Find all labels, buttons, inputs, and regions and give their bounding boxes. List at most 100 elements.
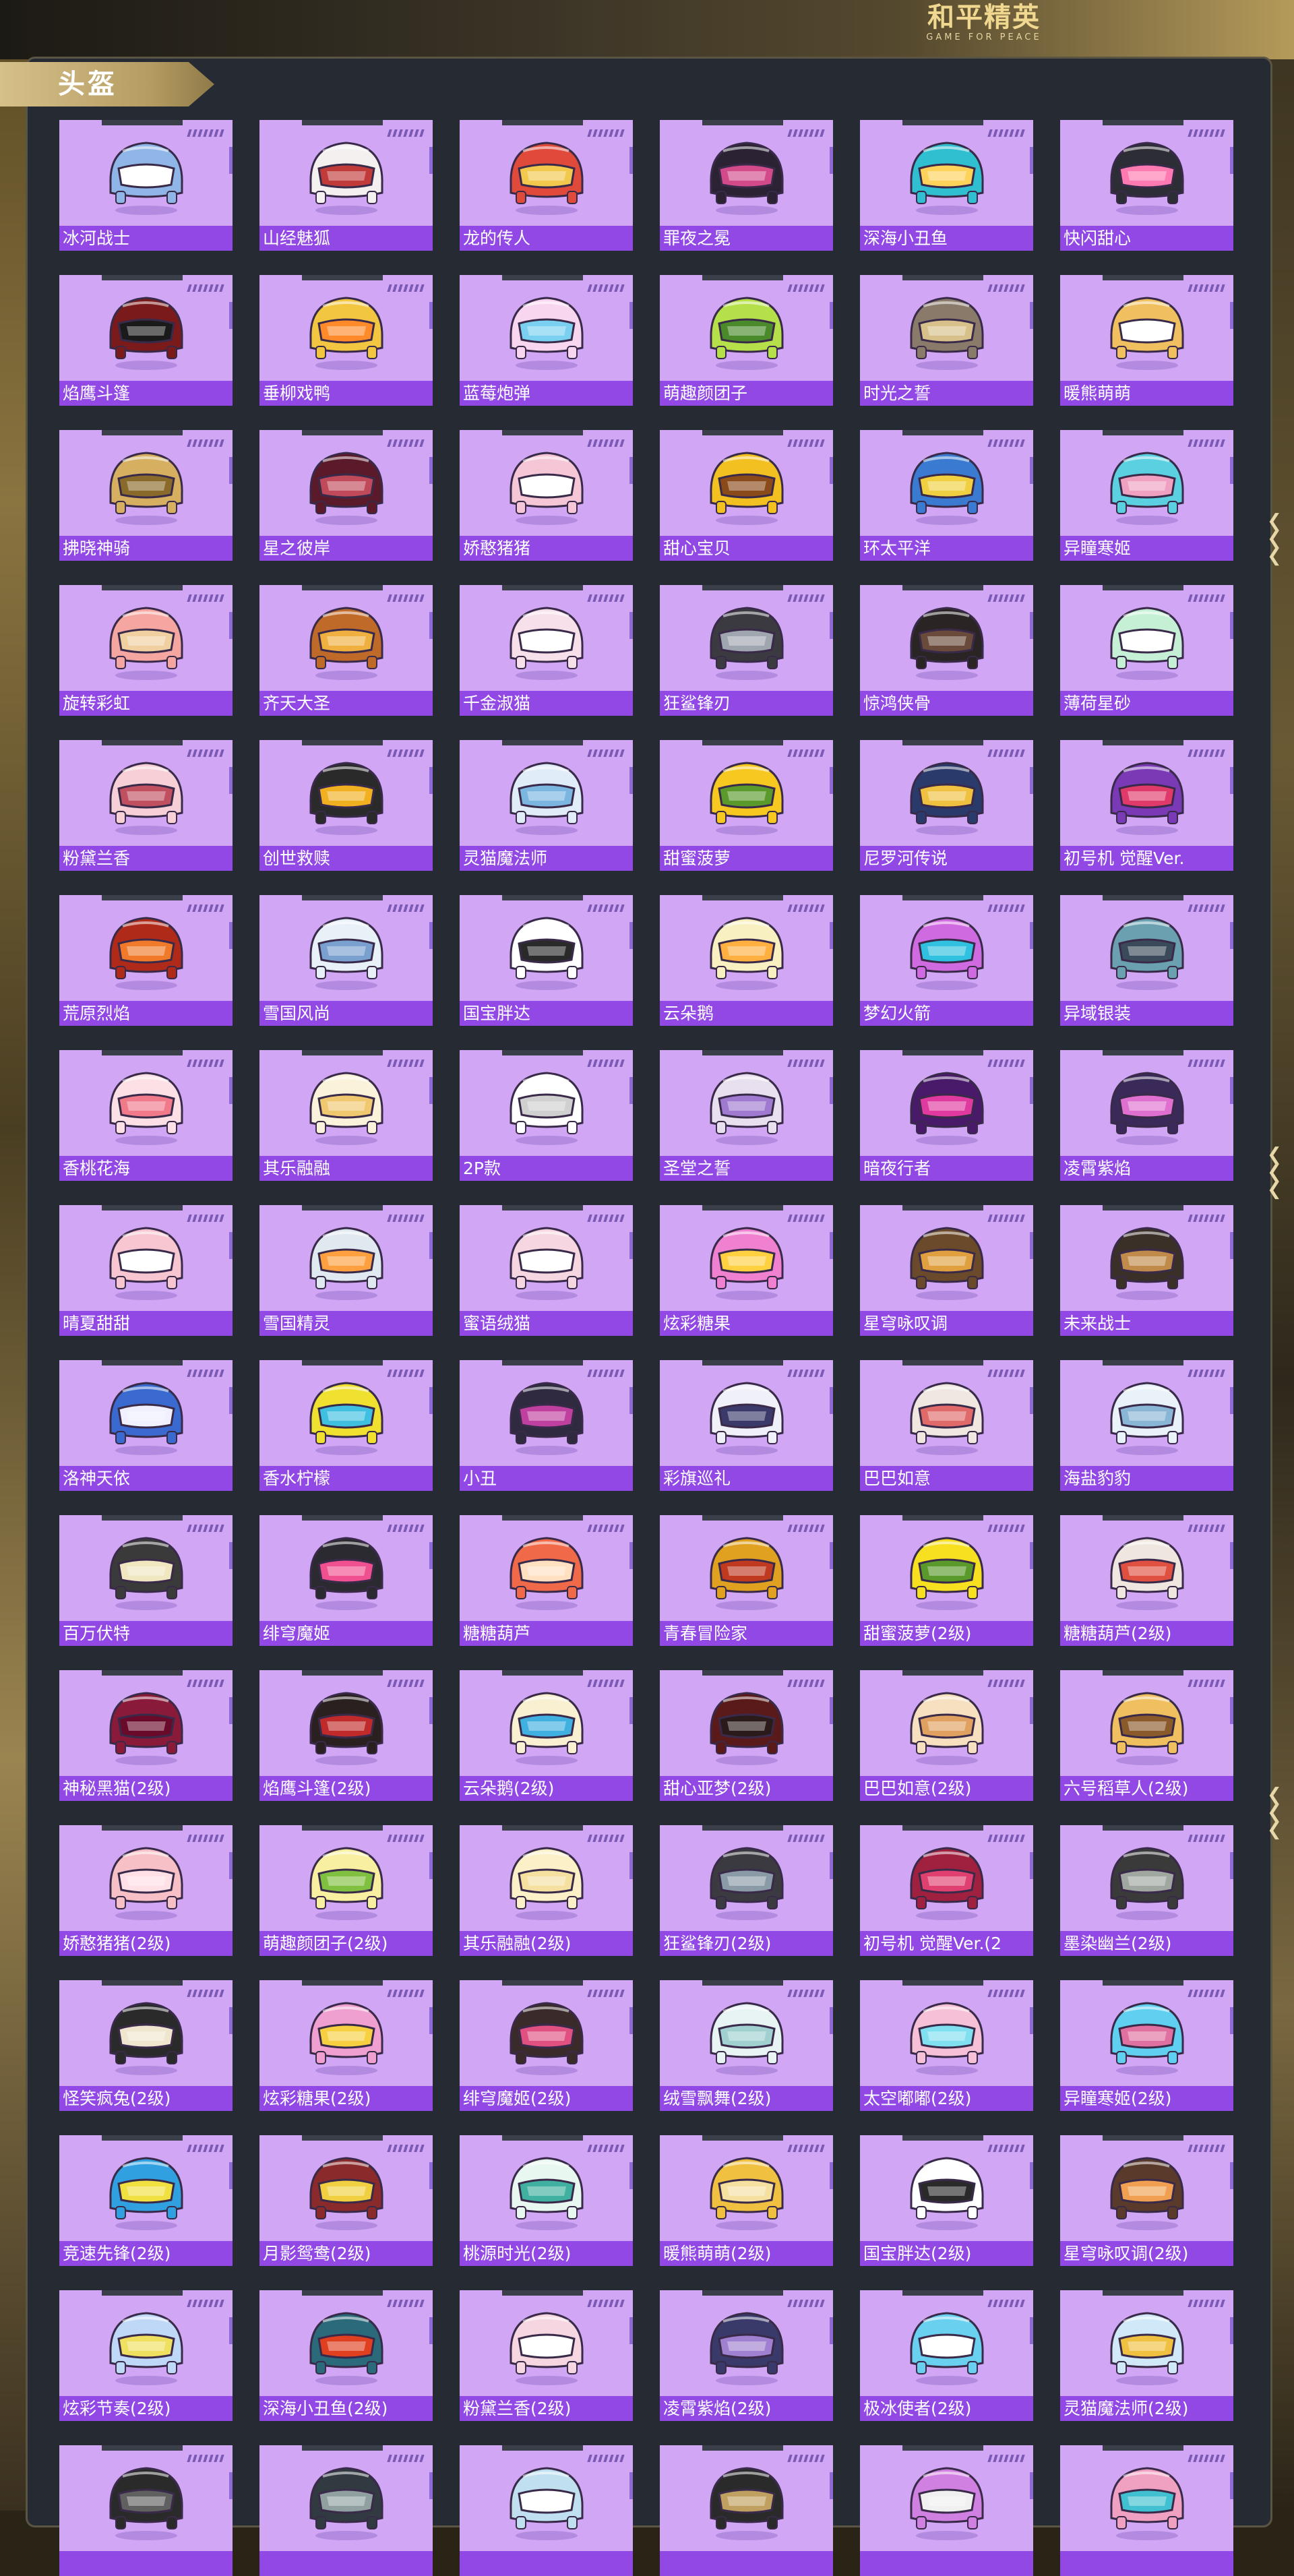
helmet-card[interactable]: 狂鲨锋刃(2级) xyxy=(660,1825,833,1956)
helmet-card[interactable] xyxy=(860,2445,1033,2576)
helmet-card[interactable]: 怪笑疯兔(2级) xyxy=(59,1980,233,2111)
helmet-card[interactable]: 异瞳寒姬 xyxy=(1060,430,1233,561)
helmet-card[interactable]: 齐天大圣 xyxy=(259,585,433,716)
helmet-card[interactable]: 星之彼岸 xyxy=(259,430,433,561)
helmet-card[interactable]: 甜蜜菠萝 xyxy=(660,740,833,871)
helmet-card[interactable]: 竞速先锋(2级) xyxy=(59,2135,233,2266)
helmet-card[interactable]: 灵猫魔法师(2级) xyxy=(1060,2290,1233,2421)
helmet-card[interactable]: 蜜语绒猫 xyxy=(460,1205,633,1336)
helmet-card[interactable]: 初号机 觉醒Ver.(2 xyxy=(860,1825,1033,1956)
helmet-card[interactable]: 尼罗河传说 xyxy=(860,740,1033,871)
helmet-card[interactable]: 暗夜行者 xyxy=(860,1050,1033,1181)
helmet-card[interactable]: 快闪甜心 xyxy=(1060,120,1233,251)
helmet-card[interactable] xyxy=(259,2445,433,2576)
helmet-card[interactable]: 蓝莓炮弹 xyxy=(460,275,633,406)
helmet-card[interactable]: 星穹咏叹调(2级) xyxy=(1060,2135,1233,2266)
helmet-card[interactable]: 环太平洋 xyxy=(860,430,1033,561)
helmet-card[interactable]: 焰鹰斗篷(2级) xyxy=(259,1670,433,1801)
helmet-card[interactable]: 圣堂之誓 xyxy=(660,1050,833,1181)
helmet-card[interactable]: 时光之誓 xyxy=(860,275,1033,406)
helmet-card[interactable]: 六号稻草人(2级) xyxy=(1060,1670,1233,1801)
helmet-card[interactable]: 凌霄紫焰(2级) xyxy=(660,2290,833,2421)
helmet-card[interactable]: 雪国风尚 xyxy=(259,895,433,1026)
helmet-card[interactable]: 海盐豹豹 xyxy=(1060,1360,1233,1491)
helmet-card[interactable]: 糖糖葫芦 xyxy=(460,1515,633,1646)
helmet-card[interactable]: 青春冒险家 xyxy=(660,1515,833,1646)
helmet-card[interactable]: 百万伏特 xyxy=(59,1515,233,1646)
helmet-card[interactable]: 荒原烈焰 xyxy=(59,895,233,1026)
helmet-card[interactable]: 巴巴如意(2级) xyxy=(860,1670,1033,1801)
helmet-card[interactable]: 星穹咏叹调 xyxy=(860,1205,1033,1336)
helmet-icon xyxy=(696,131,797,218)
helmet-card[interactable]: 龙的传人 xyxy=(460,120,633,251)
helmet-card[interactable]: 异瞳寒姬(2级) xyxy=(1060,1980,1233,2111)
helmet-card[interactable]: 创世救赎 xyxy=(259,740,433,871)
helmet-card[interactable]: 绒雪飘舞(2级) xyxy=(660,1980,833,2111)
helmet-card[interactable]: 暖熊萌萌 xyxy=(1060,275,1233,406)
helmet-card[interactable]: 彩旗巡礼 xyxy=(660,1360,833,1491)
helmet-card[interactable]: 晴夏甜甜 xyxy=(59,1205,233,1336)
helmet-card[interactable]: 小丑 xyxy=(460,1360,633,1491)
helmet-card[interactable]: 桃源时光(2级) xyxy=(460,2135,633,2266)
helmet-card[interactable]: 甜蜜菠萝(2级) xyxy=(860,1515,1033,1646)
helmet-card[interactable]: 糖糖葫芦(2级) xyxy=(1060,1515,1233,1646)
helmet-name: 拂晓神骑 xyxy=(63,539,131,558)
helmet-card[interactable]: 焰鹰斗篷 xyxy=(59,275,233,406)
helmet-card[interactable]: 炫彩糖果(2级) xyxy=(259,1980,433,2111)
helmet-card[interactable]: 2P款 xyxy=(460,1050,633,1181)
helmet-card[interactable]: 深海小丑鱼(2级) xyxy=(259,2290,433,2421)
helmet-card[interactable]: 月影鸳鸯(2级) xyxy=(259,2135,433,2266)
helmet-card[interactable]: 炫彩节奏(2级) xyxy=(59,2290,233,2421)
helmet-card[interactable]: 垂柳戏鸭 xyxy=(259,275,433,406)
helmet-card[interactable]: 凌霄紫焰 xyxy=(1060,1050,1233,1181)
helmet-card[interactable]: 狂鲨锋刃 xyxy=(660,585,833,716)
helmet-card[interactable]: 雪国精灵 xyxy=(259,1205,433,1336)
helmet-card[interactable]: 娇憨猪猪 xyxy=(460,430,633,561)
card-side-accent xyxy=(429,1697,433,1724)
helmet-card[interactable]: 未来战士 xyxy=(1060,1205,1233,1336)
helmet-card[interactable]: 萌趣颜团子(2级) xyxy=(259,1825,433,1956)
helmet-card[interactable]: 粉黛兰香 xyxy=(59,740,233,871)
helmet-card[interactable]: 萌趣颜团子 xyxy=(660,275,833,406)
helmet-card[interactable]: 冰河战士 xyxy=(59,120,233,251)
helmet-card[interactable]: 山经魅狐 xyxy=(259,120,433,251)
helmet-card[interactable]: 甜心宝贝 xyxy=(660,430,833,561)
helmet-card[interactable]: 洛神天依 xyxy=(59,1360,233,1491)
helmet-card[interactable]: 墨染幽兰(2级) xyxy=(1060,1825,1233,1956)
helmet-card[interactable]: 暖熊萌萌(2级) xyxy=(660,2135,833,2266)
helmet-card[interactable]: 灵猫魔法师 xyxy=(460,740,633,871)
helmet-card[interactable]: 其乐融融(2级) xyxy=(460,1825,633,1956)
helmet-card[interactable]: 梦幻火箭 xyxy=(860,895,1033,1026)
helmet-card[interactable]: 香桃花海 xyxy=(59,1050,233,1181)
helmet-card[interactable]: 异域银装 xyxy=(1060,895,1233,1026)
helmet-card[interactable]: 旋转彩虹 xyxy=(59,585,233,716)
helmet-card[interactable] xyxy=(460,2445,633,2576)
helmet-card[interactable]: 绯穹魔姬 xyxy=(259,1515,433,1646)
helmet-card[interactable] xyxy=(59,2445,233,2576)
helmet-card[interactable]: 千金淑猫 xyxy=(460,585,633,716)
helmet-card[interactable]: 其乐融融 xyxy=(259,1050,433,1181)
helmet-card[interactable]: 初号机 觉醒Ver. xyxy=(1060,740,1233,871)
helmet-card[interactable]: 薄荷星砂 xyxy=(1060,585,1233,716)
helmet-card[interactable]: 娇憨猪猪(2级) xyxy=(59,1825,233,1956)
helmet-card[interactable]: 深海小丑鱼 xyxy=(860,120,1033,251)
helmet-card[interactable]: 国宝胖达(2级) xyxy=(860,2135,1033,2266)
helmet-card[interactable]: 太空嘟嘟(2级) xyxy=(860,1980,1033,2111)
helmet-card[interactable]: 绯穹魔姬(2级) xyxy=(460,1980,633,2111)
helmet-card[interactable]: 巴巴如意 xyxy=(860,1360,1033,1491)
helmet-card[interactable]: 云朵鹅(2级) xyxy=(460,1670,633,1801)
helmet-card[interactable]: 拂晓神骑 xyxy=(59,430,233,561)
helmet-card[interactable] xyxy=(660,2445,833,2576)
helmet-card[interactable]: 神秘黑猫(2级) xyxy=(59,1670,233,1801)
helmet-card[interactable]: 云朵鹅 xyxy=(660,895,833,1026)
helmet-card[interactable]: 国宝胖达 xyxy=(460,895,633,1026)
helmet-card[interactable]: 炫彩糖果 xyxy=(660,1205,833,1336)
helmet-card[interactable]: 极冰使者(2级) xyxy=(860,2290,1033,2421)
helmet-card[interactable]: 惊鸿侠骨 xyxy=(860,585,1033,716)
helmet-card[interactable] xyxy=(1060,2445,1233,2576)
helmet-card[interactable]: 香水柠檬 xyxy=(259,1360,433,1491)
helmet-card[interactable]: 甜心亚梦(2级) xyxy=(660,1670,833,1801)
helmet-card[interactable]: 罪夜之冕 xyxy=(660,120,833,251)
helmet-icon xyxy=(696,1681,797,1769)
helmet-card[interactable]: 粉黛兰香(2级) xyxy=(460,2290,633,2421)
